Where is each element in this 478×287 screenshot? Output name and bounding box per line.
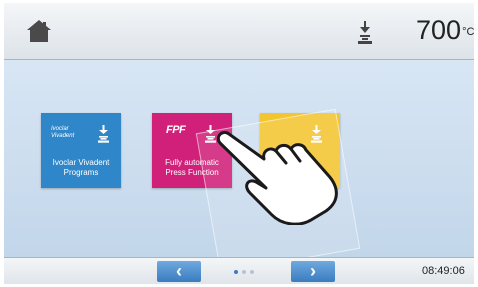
footer-bar: ‹ › 08:49:06	[4, 257, 474, 284]
press-icon	[358, 21, 372, 44]
page-dot	[250, 270, 254, 274]
page-dot-active	[234, 270, 238, 274]
page-dot	[242, 270, 246, 274]
ivoclar-vivadent-logo: Ivoclar Vivadent	[51, 126, 75, 139]
press-icon	[98, 125, 109, 143]
header-bar: 700°C	[4, 3, 474, 60]
program-selection-area: Ivoclar Vivadent Ivoclar Vivadent Progra…	[4, 60, 474, 274]
page-indicator	[234, 270, 258, 275]
clock: 08:49:06	[422, 265, 465, 277]
next-page-button[interactable]: ›	[291, 261, 335, 282]
tile-ivoclar-vivadent-programs[interactable]: Ivoclar Vivadent Ivoclar Vivadent Progra…	[41, 113, 121, 188]
touchscreen: 700°C Ivoclar Vivadent Ivoclar Vivadent …	[4, 3, 474, 284]
tile-label: Ivoclar Vivadent Programs	[52, 158, 110, 177]
temperature-unit: °C	[462, 26, 474, 38]
furnace-temperature: 700°C	[416, 15, 474, 45]
touch-hand-icon	[216, 130, 338, 225]
home-icon[interactable]	[26, 19, 52, 43]
chevron-left-icon: ‹	[176, 261, 182, 281]
chevron-right-icon: ›	[310, 261, 316, 281]
temperature-value: 700	[416, 15, 462, 45]
previous-page-button[interactable]: ‹	[157, 261, 201, 282]
fpf-logo: FPF	[166, 124, 186, 136]
